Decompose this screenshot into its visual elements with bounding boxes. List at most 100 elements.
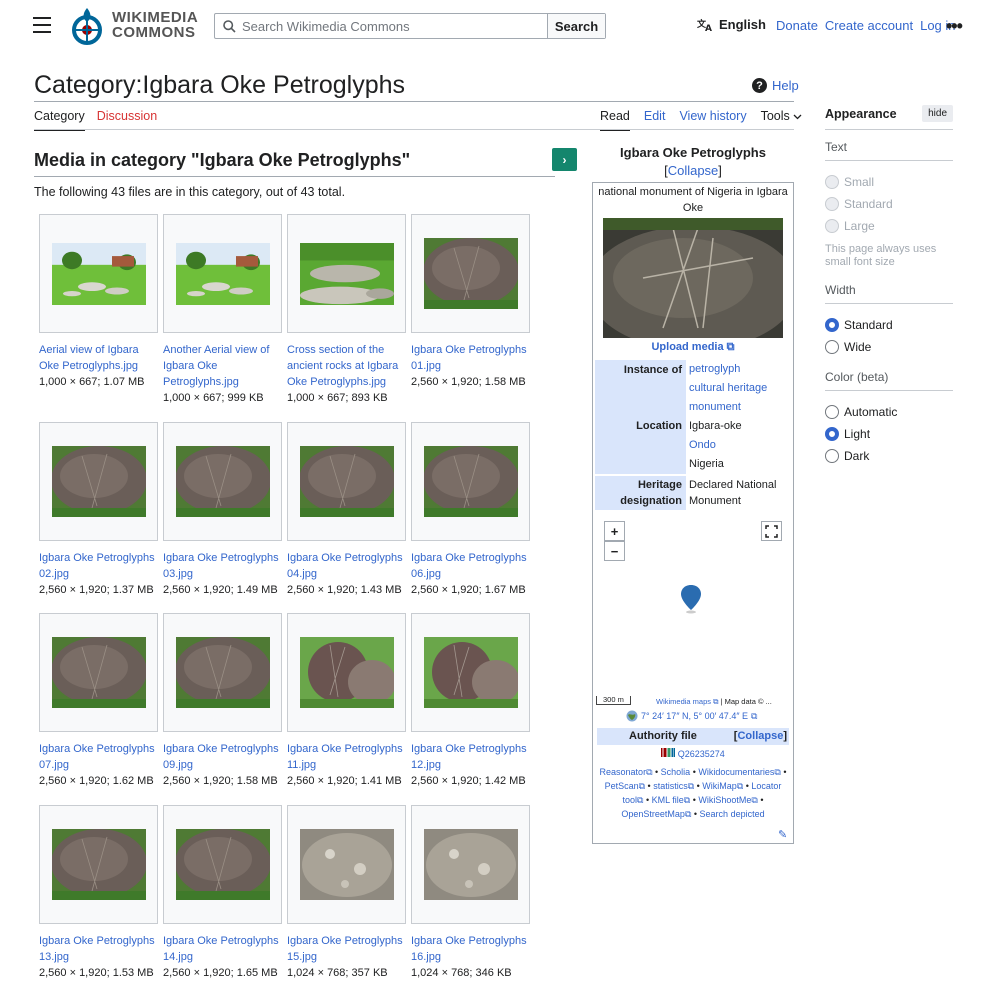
authority-link[interactable]: Reasonator [600,767,647,777]
file-metadata: 2,560 × 1,920; 1.43 MB [287,584,402,596]
text-size-large-option[interactable]: Large [825,215,953,237]
link-separator: • [643,795,652,805]
radio-color-automatic[interactable] [825,405,839,419]
map-zoom-in-button[interactable]: + [604,521,625,541]
file-name-link[interactable]: Igbara Oke Petroglyphs 14.jpg [163,933,281,965]
gallery-thumbnail[interactable] [411,805,530,924]
gallery-thumbnail[interactable] [39,613,158,732]
authority-link[interactable]: PetScan [605,781,639,791]
upload-media-link[interactable]: Upload media ⧉ [592,341,794,354]
location-values: Igbara-oke Ondo Nigeria [686,417,791,474]
radio-standard-text-label: Standard [844,197,893,211]
gallery-thumbnail[interactable] [411,422,530,541]
wikidata-id[interactable]: Q26235274 [592,748,794,759]
tab-category[interactable]: Category [34,109,85,131]
file-name-link[interactable]: Igbara Oke Petroglyphs 02.jpg [39,550,157,582]
authority-link[interactable]: Scholia [661,767,691,777]
radio-small[interactable] [825,175,839,189]
radio-width-standard[interactable] [825,318,839,332]
authority-link[interactable]: OpenStreetMap [621,809,685,819]
gallery-thumbnail[interactable] [411,214,530,333]
file-name-link[interactable]: Igbara Oke Petroglyphs 09.jpg [163,741,281,773]
instance-petroglyph-link[interactable]: petroglyph [689,360,791,379]
width-standard-option[interactable]: Standard [825,314,953,336]
authority-collapse-link[interactable]: Collapse [737,730,783,742]
tab-tools[interactable]: Tools [761,109,803,131]
width-wide-option[interactable]: Wide [825,336,953,358]
file-name-link[interactable]: Igbara Oke Petroglyphs 13.jpg [39,933,157,965]
infobox-collapse-link[interactable]: Collapse [668,163,719,178]
color-automatic-option[interactable]: Automatic [825,401,953,423]
gallery-thumbnail[interactable] [287,214,406,333]
file-name-link[interactable]: Igbara Oke Petroglyphs 03.jpg [163,550,281,582]
appearance-hide-button[interactable]: hide [922,105,953,122]
map-marker-icon[interactable] [680,584,702,614]
gallery-thumbnail[interactable] [163,422,282,541]
gallery-thumbnail[interactable] [287,613,406,732]
language-button[interactable]: 文 A English [697,17,766,32]
file-name-link[interactable]: Igbara Oke Petroglyphs 15.jpg [287,933,405,965]
coordinates[interactable]: 7° 24′ 17″ N, 5° 00′ 47.4″ E ⧉ [626,710,757,722]
radio-standard-text[interactable] [825,197,839,211]
radio-color-dark[interactable] [825,449,839,463]
create-account-link[interactable]: Create account [825,18,913,33]
wikimedia-commons-logo[interactable] [69,6,105,46]
edit-pencil-icon[interactable]: ✎ [778,828,787,841]
tab-view-history[interactable]: View history [679,109,746,131]
authority-link[interactable]: WikiShootMe [698,795,751,805]
media-heading-divider [34,176,555,177]
gallery-thumbnail[interactable] [287,422,406,541]
file-name-link[interactable]: Igbara Oke Petroglyphs 04.jpg [287,550,405,582]
external-link-icon: ⧉ [713,697,719,706]
tab-read[interactable]: Read [600,109,630,131]
color-dark-option[interactable]: Dark [825,445,953,467]
gallery-thumbnail[interactable] [163,214,282,333]
radio-large[interactable] [825,219,839,233]
tab-discussion[interactable]: Discussion [97,109,157,131]
next-page-button[interactable]: › [552,148,577,171]
file-name-link[interactable]: Igbara Oke Petroglyphs 07.jpg [39,741,157,773]
wikimedia-maps-link[interactable]: Wikimedia maps [656,697,711,706]
authority-link[interactable]: WikiMap [702,781,737,791]
gallery-thumbnail[interactable] [39,805,158,924]
wordmark[interactable]: WIKIMEDIA COMMONS [112,10,198,40]
text-size-small-option[interactable]: Small [825,171,953,193]
gallery-thumbnail[interactable] [163,805,282,924]
gallery-thumbnail[interactable] [163,613,282,732]
search-input[interactable] [242,18,532,34]
authority-link[interactable]: statistics [653,781,688,791]
gallery-thumbnail[interactable] [39,422,158,541]
color-light-option[interactable]: Light [825,423,953,445]
instance-heritage-link[interactable]: cultural heritage monument [689,379,791,417]
map-fullscreen-button[interactable] [761,521,782,541]
search-button[interactable]: Search [547,14,605,38]
radio-color-light[interactable] [825,427,839,441]
tab-edit[interactable]: Edit [644,109,666,131]
authority-link[interactable]: Wikidocumentaries [698,767,774,777]
authority-link[interactable]: KML file [652,795,684,805]
file-name-link[interactable]: Cross section of the ancient rocks at Ig… [287,342,405,390]
location-state-link[interactable]: Ondo [689,436,791,455]
radio-width-wide[interactable] [825,340,839,354]
authority-link[interactable]: Search depicted [700,809,765,819]
file-name-link[interactable]: Igbara Oke Petroglyphs 16.jpg [411,933,529,965]
wordmark-line-1: WIKIMEDIA [112,9,199,26]
help-link[interactable]: ? Help [752,78,799,93]
gallery-thumbnail[interactable] [411,613,530,732]
infobox-image[interactable] [603,218,783,338]
file-name-link[interactable]: Igbara Oke Petroglyphs 01.jpg [411,342,529,374]
map-zoom-out-button[interactable]: − [604,541,625,561]
more-options-icon[interactable]: ••• [946,16,963,37]
text-size-note: This page always uses small font size [825,243,937,268]
main-menu-icon[interactable] [33,17,51,33]
gallery-thumbnail[interactable] [287,805,406,924]
location-map[interactable]: + − [595,518,791,710]
donate-link[interactable]: Donate [776,18,818,33]
text-size-standard-option[interactable]: Standard [825,193,953,215]
file-name-link[interactable]: Aerial view of Igbara Oke Petroglyphs.jp… [39,342,157,374]
file-name-link[interactable]: Igbara Oke Petroglyphs 11.jpg [287,741,405,773]
file-name-link[interactable]: Another Aerial view of Igbara Oke Petrog… [163,342,281,390]
file-name-link[interactable]: Igbara Oke Petroglyphs 12.jpg [411,741,529,773]
file-name-link[interactable]: Igbara Oke Petroglyphs 06.jpg [411,550,529,582]
gallery-thumbnail[interactable] [39,214,158,333]
